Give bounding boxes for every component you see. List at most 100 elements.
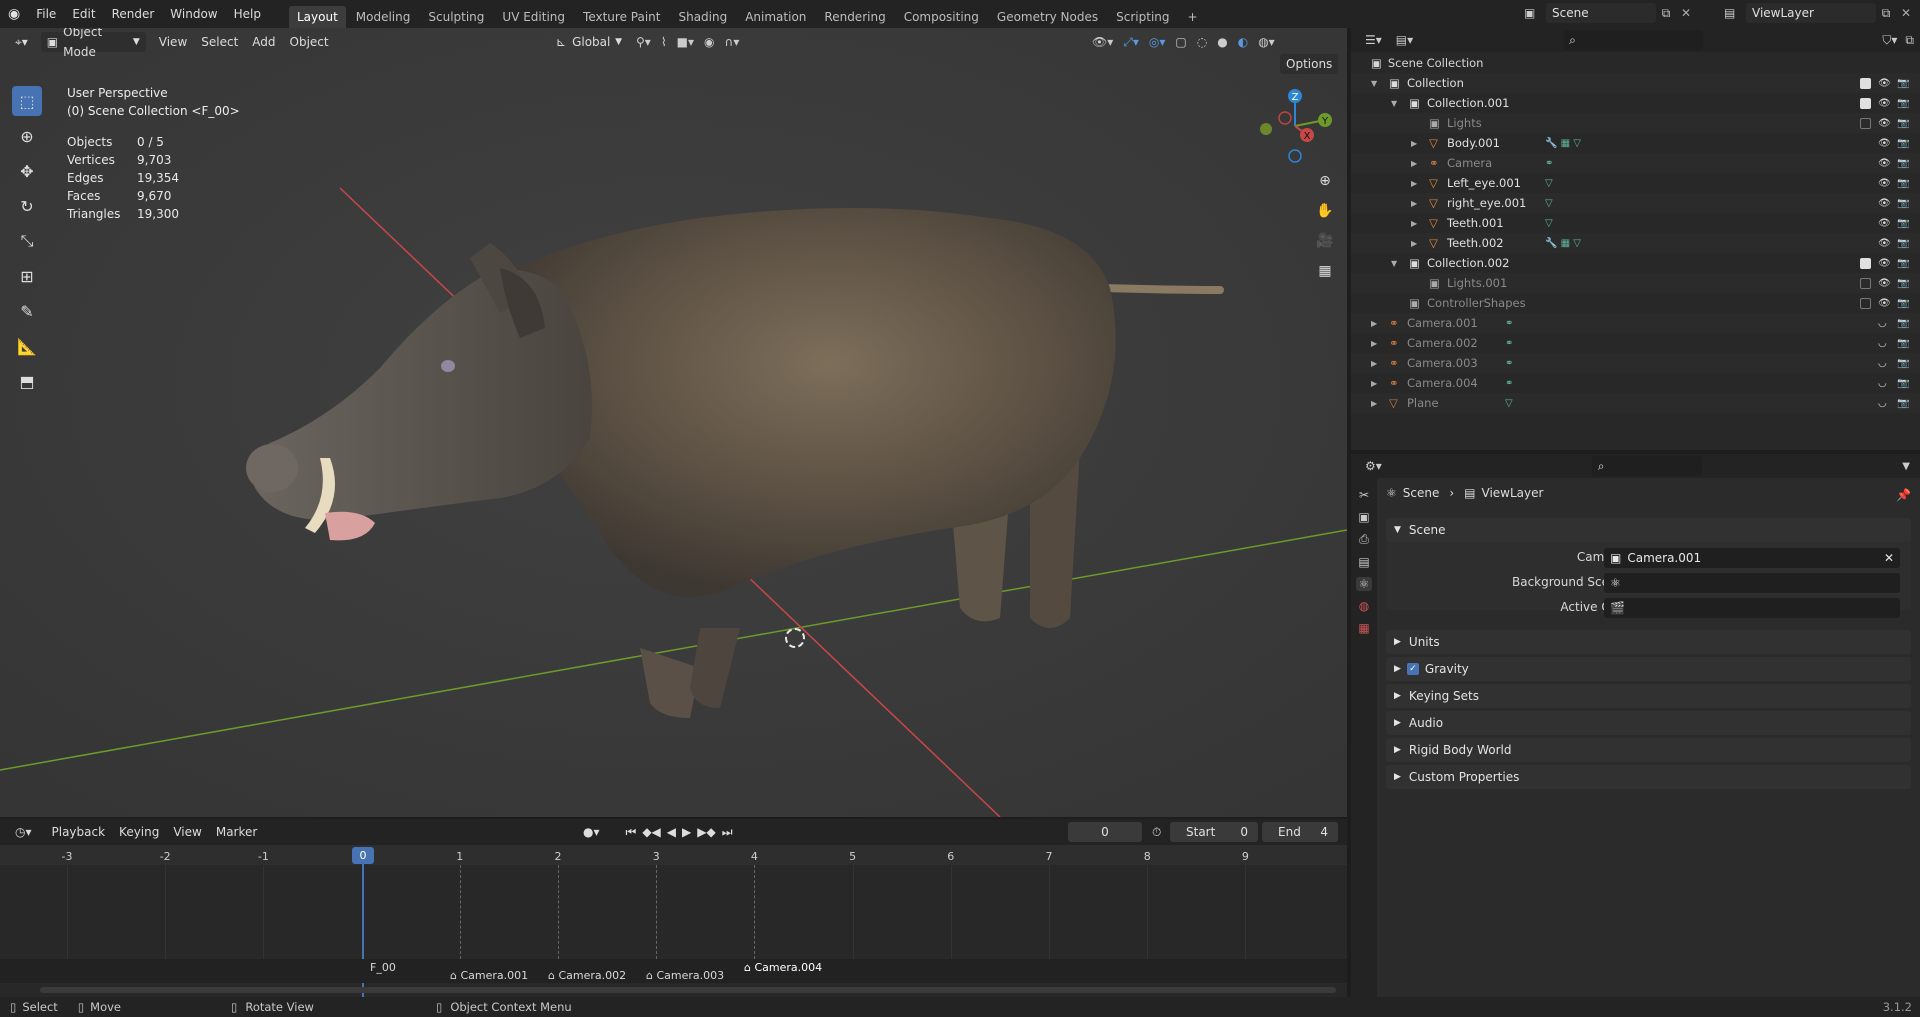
view-layer-tab-icon[interactable]: ▤ [1358, 555, 1369, 569]
tab-geometry-nodes[interactable]: Geometry Nodes [989, 6, 1106, 28]
expand-arrow-icon[interactable]: ▶ [1371, 339, 1377, 348]
timeline-menu-keying[interactable]: Keying [112, 822, 166, 842]
viewport-menu-select[interactable]: Select [194, 32, 245, 52]
snap-icon[interactable]: ⌇ [661, 35, 667, 49]
camera-field[interactable]: ▣ Camera.001 ✕ [1604, 548, 1900, 568]
material-shading-icon[interactable]: ◐ [1238, 35, 1248, 49]
marker-f00[interactable]: F_00 [370, 961, 396, 974]
viewport-menu-add[interactable]: Add [245, 32, 282, 52]
expand-arrow-icon[interactable]: ▶ [1411, 179, 1417, 188]
eye-icon[interactable]: 👁 [1878, 238, 1891, 249]
camera-render-icon[interactable]: 📷 [1897, 398, 1909, 409]
camera-render-icon[interactable]: 📷 [1897, 258, 1909, 269]
outliner-item[interactable]: ▶ ⚭ Camera.003 ⚭ ◡ 📷 [1351, 353, 1920, 373]
next-keyframe-icon[interactable]: ▶◆ [697, 825, 715, 839]
preview-range-icon[interactable]: ⏱ [1152, 825, 1161, 840]
play-reverse-icon[interactable]: ◀ [667, 825, 676, 839]
add-cube-tool-icon[interactable]: ⬒ [12, 366, 42, 396]
options-button[interactable]: Options [1280, 54, 1339, 74]
eye-icon[interactable]: 👁 [1878, 278, 1891, 289]
viewport-menu-object[interactable]: Object [283, 32, 336, 52]
eye-icon[interactable]: 👁 [1878, 178, 1891, 189]
marker-camera-001[interactable]: ⌂ Camera.001 [450, 969, 528, 982]
chevron-down-icon[interactable]: ▼ [1902, 461, 1910, 472]
visibility-icon[interactable]: 👁▾ [1092, 35, 1113, 49]
camera-view-icon[interactable]: 🎥 [1312, 228, 1338, 254]
outliner-item[interactable]: ▣ ControllerShapes 👁 📷 [1351, 293, 1920, 313]
transform-tool-icon[interactable]: ⊞ [12, 261, 42, 291]
exclude-checkbox[interactable] [1860, 97, 1871, 109]
tab-rendering[interactable]: Rendering [816, 6, 893, 28]
outliner-item[interactable]: ▶ ▽ Plane ▽ ◡ 📷 [1351, 393, 1920, 413]
outliner-item[interactable]: ▣ Lights.001 👁 📷 [1351, 273, 1920, 293]
camera-render-icon[interactable]: 📷 [1897, 238, 1909, 249]
wireframe-shading-icon[interactable]: ◌ [1197, 35, 1207, 49]
eye-icon[interactable]: 👁 [1878, 138, 1891, 149]
outliner-item[interactable]: ▼ ▣ Collection 👁 📷 [1351, 73, 1920, 93]
scene-icon[interactable]: ▣ [1524, 6, 1546, 20]
measure-tool-icon[interactable]: 📐 [12, 331, 42, 361]
menu-render[interactable]: Render [104, 0, 163, 28]
timeline-editor-type-icon[interactable]: ◷▾ [8, 822, 39, 842]
properties-editor-type-icon[interactable]: ⚙▾ [1365, 459, 1382, 473]
eye-icon[interactable]: ◡ [1878, 378, 1887, 389]
camera-render-icon[interactable]: 📷 [1897, 178, 1909, 189]
new-scene-icon[interactable]: ⧉ [1656, 6, 1676, 21]
outliner-editor-type-icon[interactable]: ☰▾ [1365, 33, 1382, 47]
new-view-layer-icon[interactable]: ⧉ [1876, 6, 1896, 21]
jump-end-icon[interactable]: ⏭ [722, 825, 733, 840]
marker-camera-003[interactable]: ⌂ Camera.003 [646, 969, 724, 982]
tab-layout[interactable]: Layout [288, 6, 346, 28]
tab-uv-editing[interactable]: UV Editing [494, 6, 573, 28]
pan-hand-icon[interactable]: ✋ [1312, 198, 1338, 224]
outliner-item[interactable]: ▼ ▣ Collection.002 👁 📷 [1351, 253, 1920, 273]
marker-camera-002[interactable]: ⌂ Camera.002 [548, 969, 626, 982]
blender-logo-icon[interactable]: ◉ [8, 6, 20, 22]
view-layer-field[interactable]: ViewLayer [1746, 3, 1876, 23]
expand-arrow-icon[interactable]: ▶ [1371, 399, 1377, 408]
camera-render-icon[interactable]: 📷 [1897, 278, 1909, 289]
camera-render-icon[interactable]: 📷 [1897, 198, 1909, 209]
proportional-icon[interactable]: ◉ [704, 35, 714, 49]
outliner-item[interactable]: ▣ Lights 👁 📷 [1351, 113, 1920, 133]
expand-arrow-icon[interactable]: ▶ [1411, 219, 1417, 228]
panel-custom-properties[interactable]: ▶ Custom Properties [1386, 765, 1911, 789]
panel-scene-header[interactable]: ▼ Scene [1386, 518, 1911, 542]
panel-audio[interactable]: ▶ Audio [1386, 711, 1911, 735]
timeline-menu-playback[interactable]: Playback [45, 822, 113, 842]
autokey-record-icon[interactable]: ●▾ [583, 825, 600, 839]
menu-help[interactable]: Help [226, 0, 269, 28]
background-scene-field[interactable]: ⚛ [1604, 573, 1900, 593]
camera-render-icon[interactable]: 📷 [1897, 298, 1909, 309]
move-tool-icon[interactable]: ✥ [12, 156, 42, 186]
exclude-checkbox[interactable] [1860, 117, 1871, 129]
panel-gravity[interactable]: ▶ ✓ Gravity [1386, 657, 1911, 681]
tab-scripting[interactable]: Scripting [1108, 6, 1177, 28]
camera-render-icon[interactable]: 📷 [1897, 318, 1909, 329]
menu-window[interactable]: Window [162, 0, 225, 28]
delete-scene-icon[interactable]: ✕ [1676, 6, 1696, 20]
camera-render-icon[interactable]: 📷 [1897, 218, 1909, 229]
expand-arrow-icon[interactable]: ▶ [1411, 239, 1417, 248]
orientation-dropdown[interactable]: ⊾ Global ▼ [550, 32, 628, 52]
gravity-checkbox[interactable]: ✓ [1406, 663, 1419, 675]
outliner-item[interactable]: ▶ ▽ right_eye.001 ▽ 👁 📷 [1351, 193, 1920, 213]
current-frame-field[interactable]: 0 [1068, 822, 1142, 842]
outliner-item[interactable]: ▶ ▽ Teeth.001 ▽ 👁 📷 [1351, 213, 1920, 233]
select-box-tool-icon[interactable]: ⬚ [12, 86, 42, 116]
active-clip-field[interactable]: 🎬 [1604, 598, 1900, 618]
display-mode-icon[interactable]: ▤▾ [1396, 33, 1413, 47]
gizmo-icon[interactable]: ⤢▾ [1123, 35, 1139, 50]
menu-edit[interactable]: Edit [64, 0, 103, 28]
tab-modeling[interactable]: Modeling [348, 6, 419, 28]
expand-arrow-icon[interactable]: ▶ [1371, 359, 1377, 368]
timeline-menu-marker[interactable]: Marker [209, 822, 264, 842]
world-tab-icon[interactable]: ◍ [1359, 599, 1369, 613]
delete-view-layer-icon[interactable]: ✕ [1896, 6, 1916, 20]
expand-arrow-icon[interactable]: ▼ [1391, 259, 1397, 268]
outliner-item[interactable]: ▶ ▽ Left_eye.001 ▽ 👁 📷 [1351, 173, 1920, 193]
eye-icon[interactable]: ◡ [1878, 318, 1887, 329]
outliner-item[interactable]: ▶ ⚭ Camera.002 ⚭ ◡ 📷 [1351, 333, 1920, 353]
outliner-item[interactable]: ▶ ⚭ Camera.001 ⚭ ◡ 📷 [1351, 313, 1920, 333]
3d-viewport[interactable]: ⌖▾ ▣ Object Mode ▼ View Select Add Objec… [0, 28, 1347, 817]
